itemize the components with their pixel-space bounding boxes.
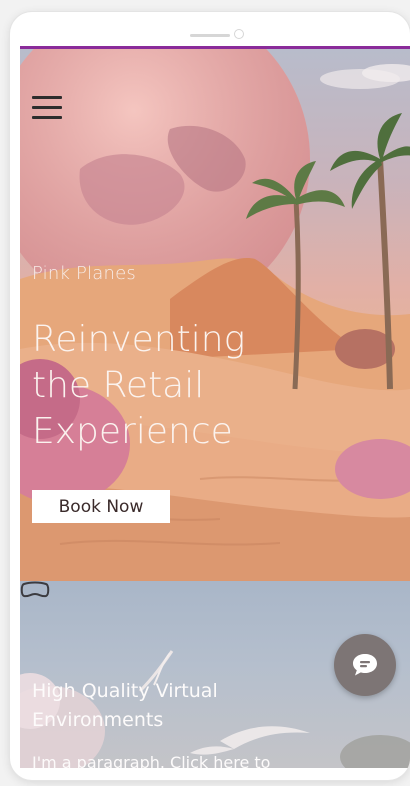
headline-line: Reinventing bbox=[32, 319, 246, 360]
headline-line: the Retail bbox=[32, 365, 205, 406]
section-title-line: High Quality Virtual bbox=[32, 680, 218, 702]
menu-line bbox=[32, 96, 62, 99]
headline-line: Experience bbox=[32, 411, 233, 452]
vr-headset-icon bbox=[20, 581, 50, 598]
section-title: High Quality Virtual Environments bbox=[32, 677, 312, 735]
hamburger-menu-icon[interactable] bbox=[32, 92, 62, 122]
hero-section: Pink Planes Reinventing the Retail Exper… bbox=[20, 49, 410, 581]
section-paragraph: I'm a paragraph. Click here to bbox=[32, 753, 271, 768]
book-now-button[interactable]: Book Now bbox=[32, 490, 170, 523]
chat-bubble-icon bbox=[353, 654, 377, 676]
chat-button[interactable] bbox=[334, 634, 396, 696]
front-camera bbox=[234, 29, 244, 39]
hero-headline: Reinventing the Retail Experience bbox=[32, 317, 332, 455]
section-title-line: Environments bbox=[32, 709, 164, 731]
speaker-slot bbox=[190, 34, 230, 37]
accent-top-line bbox=[20, 46, 410, 49]
menu-line bbox=[32, 106, 62, 109]
hero-eyebrow: Pink Planes bbox=[32, 263, 136, 284]
menu-line bbox=[32, 116, 62, 119]
